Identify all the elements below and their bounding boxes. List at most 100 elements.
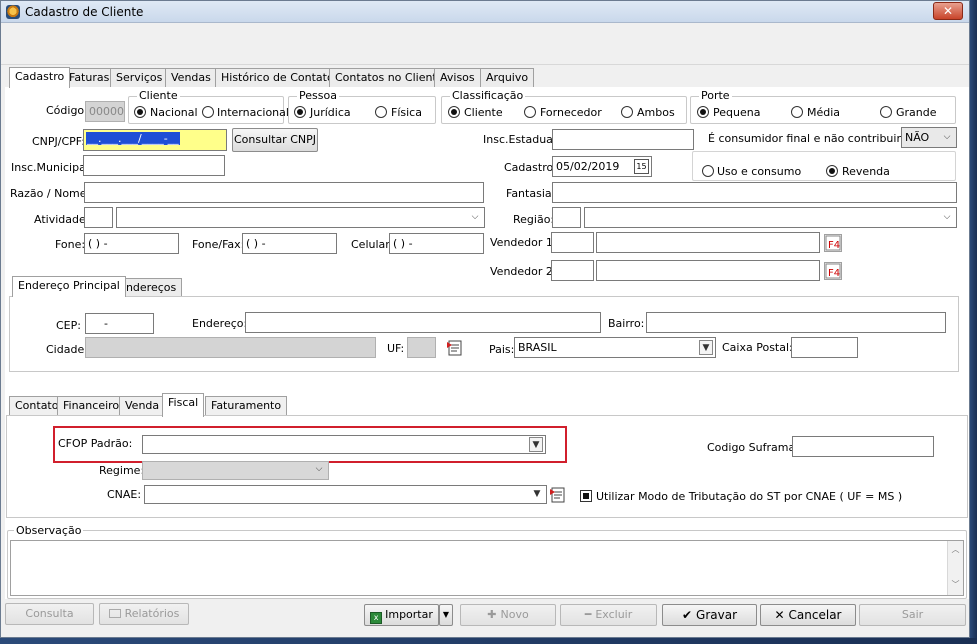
vendedor1-code-input[interactable] <box>551 232 594 253</box>
tab-venda[interactable]: Venda <box>119 396 166 415</box>
radio-ambos[interactable] <box>621 106 633 118</box>
consumidor-final-label: É consumidor final e não contribuinte ?: <box>708 132 928 145</box>
tab-fiscal[interactable]: Fiscal <box>162 393 205 417</box>
close-button[interactable]: ✕ <box>933 2 963 20</box>
fantasia-input[interactable] <box>552 182 957 203</box>
radio-revenda-label: Revenda <box>842 165 890 178</box>
fantasia-label: Fantasia: <box>506 187 556 200</box>
tab-faturas[interactable]: Faturas <box>63 68 116 87</box>
gravar-button[interactable]: ✔ Gravar <box>662 604 757 626</box>
regiao-label: Região: <box>513 213 555 226</box>
scroll-up-icon[interactable]: ︿ <box>948 544 963 555</box>
radio-ambos-label: Ambos <box>637 106 675 119</box>
cnae-select[interactable]: ▼ <box>144 485 547 504</box>
pais-label: Pais: <box>489 343 515 356</box>
cadastro-date-input[interactable]: 05/02/2019 15 <box>552 156 652 177</box>
printer-icon <box>108 609 121 618</box>
tab-cadastro[interactable]: Cadastro <box>9 67 71 88</box>
radio-nacional[interactable] <box>134 106 146 118</box>
atividade-select[interactable]: ⌵ <box>116 207 485 228</box>
tab-endereco-principal[interactable]: Endereço Principal <box>12 276 126 297</box>
atividade-code-input[interactable] <box>84 207 113 228</box>
importar-button[interactable]: x Importar <box>364 604 439 626</box>
radio-internacional-label: Internacional <box>217 106 289 119</box>
vendedor2-code-input[interactable] <box>551 260 594 281</box>
chevron-down-icon: ⌵ <box>471 212 479 222</box>
cep-input[interactable]: - <box>85 313 154 334</box>
chevron-down-icon: ⌵ <box>943 212 951 222</box>
importar-dropdown-button[interactable]: ▼ <box>439 604 453 626</box>
cidade-label: Cidade: <box>46 343 88 356</box>
cliente-group: Cliente Nacional Internacional <box>128 89 289 124</box>
cnae-search-icon[interactable] <box>549 486 567 504</box>
radio-internacional[interactable] <box>202 106 214 118</box>
pais-select[interactable]: BRASIL ▼ <box>514 337 716 358</box>
tab-avisos[interactable]: Avisos <box>434 68 481 87</box>
tab-financeiro[interactable]: Financeiro <box>57 396 126 415</box>
caixa-postal-label: Caixa Postal: <box>722 341 793 354</box>
toolbar-area <box>1 23 969 65</box>
insc-municipal-input[interactable] <box>83 155 225 176</box>
novo-button[interactable]: ✚ Novo <box>460 604 556 626</box>
observacao-textarea[interactable]: ︿ ﹀ <box>10 540 964 596</box>
radio-media-label: Média <box>807 106 841 119</box>
celular-input[interactable]: ( ) - <box>389 233 484 254</box>
radio-media[interactable] <box>791 106 803 118</box>
insc-estadual-input[interactable] <box>552 129 694 150</box>
minus-icon: ━ <box>584 608 592 621</box>
radio-grande[interactable] <box>880 106 892 118</box>
regime-select[interactable]: ⌵ <box>142 461 329 480</box>
radio-pequena[interactable] <box>697 106 709 118</box>
fone-input[interactable]: ( ) - <box>84 233 179 254</box>
razao-input[interactable] <box>84 182 484 203</box>
vendedor2-name-input[interactable] <box>596 260 820 281</box>
regiao-code-input[interactable] <box>552 207 581 228</box>
radio-revenda[interactable] <box>826 165 838 177</box>
fonefax-label: Fone/Fax: <box>192 238 245 251</box>
sair-button[interactable]: Sair <box>859 604 966 626</box>
radio-juridica[interactable] <box>294 106 306 118</box>
consultar-cnpj-button[interactable]: Consultar CNPJ <box>232 128 318 152</box>
tab-servicos[interactable]: Serviços <box>110 68 169 87</box>
scroll-down-icon[interactable]: ﹀ <box>948 579 963 590</box>
regiao-select[interactable]: ⌵ <box>584 207 957 228</box>
st-cnae-checkbox[interactable] <box>580 490 592 502</box>
excluir-label: Excluir <box>595 608 633 621</box>
consumidor-final-select[interactable]: NÃO ⌵ <box>901 127 957 148</box>
radio-fornecedor[interactable] <box>524 106 536 118</box>
caixa-postal-input[interactable] <box>791 337 858 358</box>
pessoa-group: Pessoa Jurídica Física <box>288 89 436 124</box>
codigo-field: 00000 <box>85 101 125 122</box>
cancelar-button[interactable]: ✕ Cancelar <box>760 604 856 626</box>
radio-fisica[interactable] <box>375 106 387 118</box>
suframa-input[interactable] <box>792 436 934 457</box>
classificacao-group: Classificação Cliente Fornecedor Ambos <box>441 89 687 124</box>
tab-vendas[interactable]: Vendas <box>165 68 217 87</box>
tab-contatos-cliente[interactable]: Contatos no Cliente <box>329 68 450 87</box>
radio-pequena-label: Pequena <box>713 106 761 119</box>
bairro-input[interactable] <box>646 312 946 333</box>
vendedor1-search-f4-icon[interactable]: F4 <box>824 234 842 252</box>
excel-icon: x <box>370 612 383 624</box>
vendedor2-search-f4-icon[interactable]: F4 <box>824 262 842 280</box>
tab-arquivo[interactable]: Arquivo <box>480 68 535 87</box>
vendedor1-name-input[interactable] <box>596 232 820 253</box>
radio-fisica-label: Física <box>391 106 422 119</box>
consulta-button[interactable]: Consulta <box>5 603 94 625</box>
calendar-icon[interactable]: 15 <box>634 159 649 174</box>
codigo-label: Código: <box>46 104 88 117</box>
cnpj-input[interactable]: __.___.___/____-__ <box>83 129 227 151</box>
excluir-button[interactable]: ━ Excluir <box>560 604 657 626</box>
relatorios-button[interactable]: Relatórios <box>99 603 189 625</box>
endereco-input[interactable] <box>245 312 601 333</box>
tab-historico-contatos[interactable]: Histórico de Contatos <box>215 68 346 87</box>
radio-uso-consumo[interactable] <box>702 165 714 177</box>
suframa-label: Codigo Suframa : <box>707 441 803 454</box>
radio-classif-cliente[interactable] <box>448 106 460 118</box>
radio-nacional-label: Nacional <box>150 106 198 119</box>
cadastro-panel: Código: 00000 Cliente Nacional Internaci… <box>5 87 969 599</box>
fonefax-input[interactable]: ( ) - <box>242 233 337 254</box>
tab-faturamento[interactable]: Faturamento <box>205 396 288 415</box>
observacao-scrollbar[interactable]: ︿ ﹀ <box>947 541 963 595</box>
cidade-search-icon[interactable] <box>446 339 464 357</box>
